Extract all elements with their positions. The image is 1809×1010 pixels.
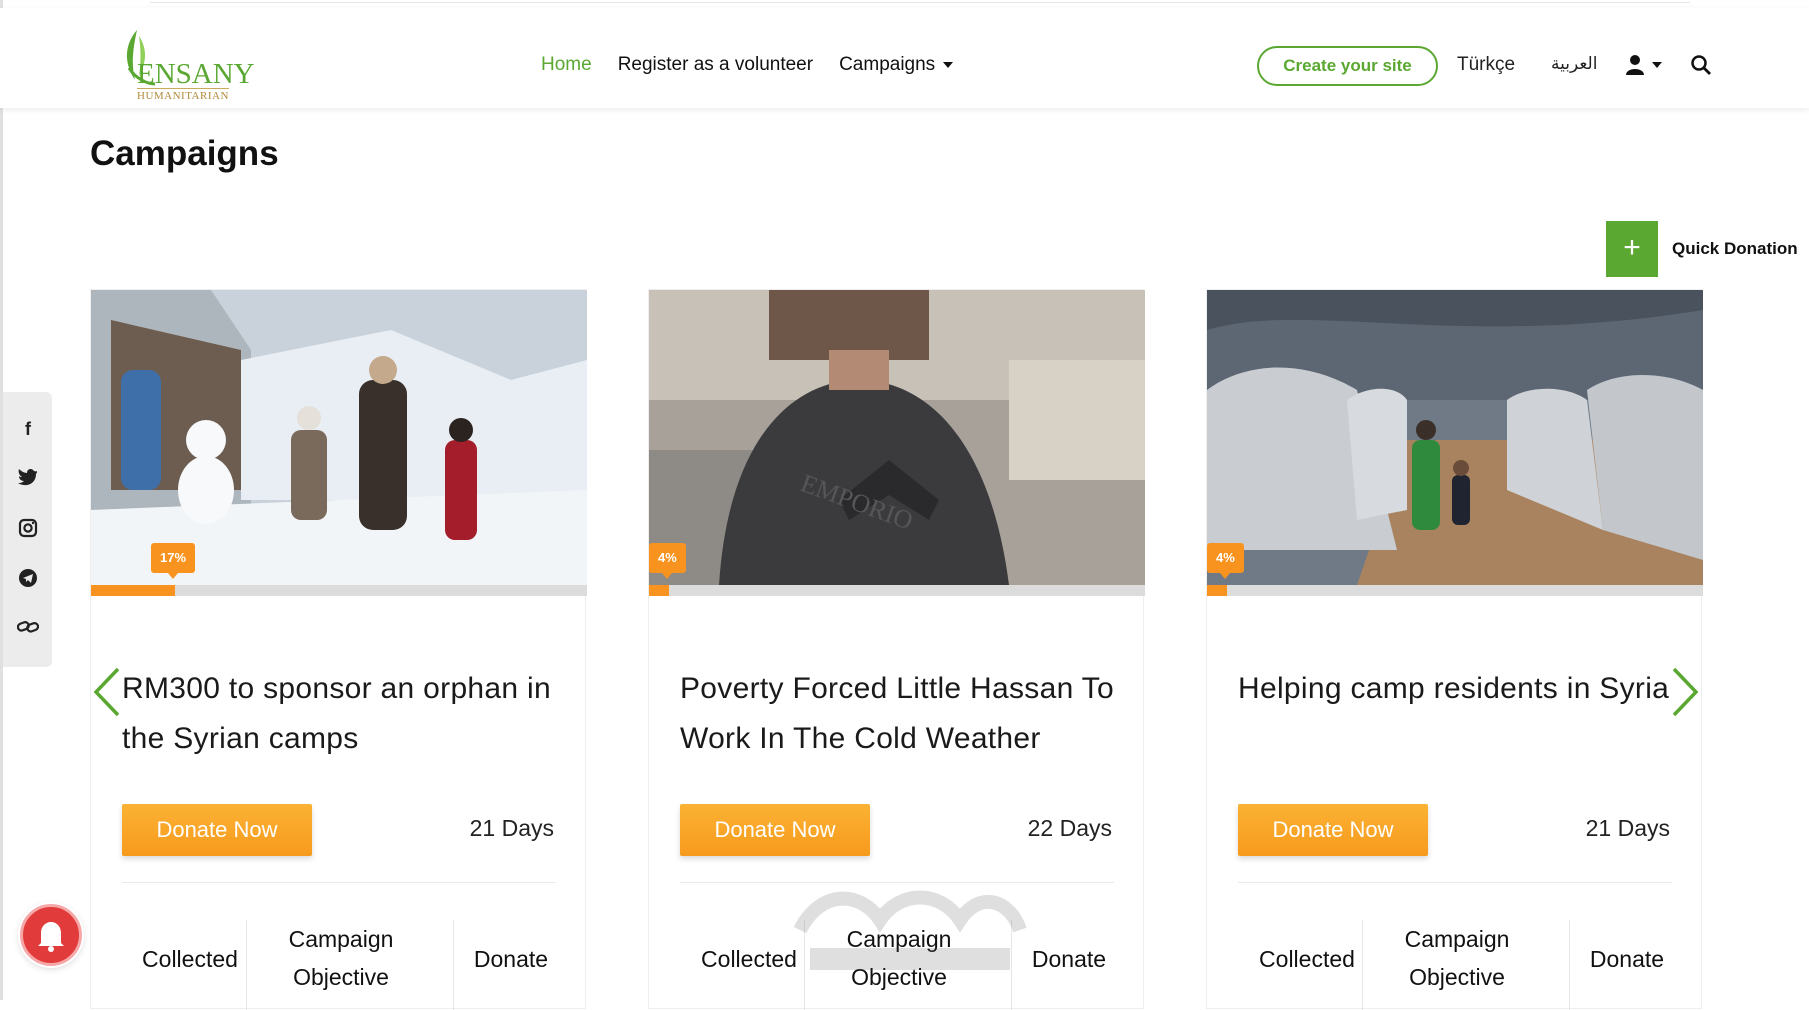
- campaign-image[interactable]: [1207, 290, 1703, 585]
- donate-now-button[interactable]: Donate Now: [1238, 804, 1428, 856]
- campaign-image[interactable]: [91, 290, 587, 585]
- campaign-title[interactable]: Helping camp residents in Syria: [1238, 664, 1678, 714]
- language-turkish[interactable]: Türkçe: [1457, 54, 1515, 76]
- search-button[interactable]: [1690, 54, 1712, 81]
- divider: [122, 882, 556, 883]
- notification-bell-button[interactable]: [20, 904, 82, 966]
- instagram-icon[interactable]: [17, 518, 39, 540]
- stat-divider: [1362, 920, 1363, 1010]
- days-remaining: 22 Days: [1027, 815, 1112, 841]
- user-menu[interactable]: [1626, 54, 1666, 81]
- create-site-button[interactable]: Create your site: [1257, 46, 1438, 86]
- campaign-image[interactable]: EMPORIO: [649, 290, 1145, 585]
- donate-stat-label: Donate: [1031, 946, 1107, 972]
- quick-donation-button[interactable]: + Quick Donation: [1606, 221, 1798, 277]
- progress-bar: [1207, 585, 1703, 596]
- telegram-icon[interactable]: [17, 568, 39, 590]
- divider: [1238, 882, 1672, 883]
- plus-icon: +: [1606, 221, 1658, 277]
- chevron-right-icon: [1672, 667, 1699, 717]
- nav-home[interactable]: Home: [541, 54, 592, 76]
- facebook-icon[interactable]: f: [17, 418, 39, 440]
- days-remaining: 21 Days: [1585, 815, 1670, 841]
- campaign-title[interactable]: Poverty Forced Little Hassan To Work In …: [680, 664, 1120, 764]
- logo[interactable]: ENSANY HUMANITARIAN: [115, 28, 255, 103]
- donate-now-button[interactable]: Donate Now: [680, 804, 870, 856]
- language-arabic[interactable]: العربية: [1551, 54, 1597, 74]
- stat-divider: [453, 920, 454, 1010]
- carousel-next-button[interactable]: [1668, 665, 1702, 719]
- progress-percent-badge: 17%: [151, 543, 196, 579]
- logo-subtitle: HUMANITARIAN: [137, 88, 229, 102]
- page-title: Campaigns: [90, 134, 279, 173]
- progress-fill: [91, 585, 176, 596]
- nav-campaigns-label: Campaigns: [839, 54, 936, 75]
- campaign-title[interactable]: RM300 to sponsor an orphan in the Syrian…: [122, 664, 562, 764]
- chevron-down-icon: [943, 61, 954, 68]
- social-sidebar: f: [3, 392, 52, 667]
- stat-divider: [246, 920, 247, 1010]
- nav-register-volunteer[interactable]: Register as a volunteer: [618, 54, 813, 76]
- top-border: [150, 0, 1690, 3]
- bell-icon: [38, 922, 64, 952]
- main-nav: Home Register as a volunteer Campaigns: [541, 54, 954, 76]
- campaign-objective-label: Campaign Objective: [1404, 926, 1510, 990]
- twitter-icon[interactable]: [17, 468, 39, 490]
- user-icon: [1626, 55, 1662, 75]
- donate-now-button[interactable]: Donate Now: [122, 804, 312, 856]
- campaign-card[interactable]: 4% Helping camp residents in Syria Donat…: [1206, 289, 1703, 1010]
- progress-fill: [1207, 585, 1227, 596]
- quick-donation-label: Quick Donation: [1672, 239, 1798, 258]
- campaign-card[interactable]: 17% RM300 to sponsor an orphan in the Sy…: [90, 289, 587, 1010]
- logo-brand: ENSANY: [137, 58, 255, 90]
- campaign-objective-label: Campaign Objective: [288, 926, 394, 990]
- link-icon[interactable]: [16, 618, 40, 640]
- carousel-prev-button[interactable]: [90, 665, 124, 719]
- collected-label: Collected: [142, 946, 238, 972]
- watermark-logo: [793, 890, 1027, 970]
- donate-stat-label: Donate: [473, 946, 549, 972]
- nav-campaigns-dropdown[interactable]: Campaigns: [839, 54, 954, 76]
- chevron-left-icon: [93, 667, 120, 717]
- days-remaining: 21 Days: [469, 815, 554, 841]
- donate-stat-label: Donate: [1589, 946, 1665, 972]
- progress-bar: [91, 585, 587, 596]
- progress-percent-badge: 4%: [649, 543, 686, 579]
- progress-fill: [649, 585, 669, 596]
- collected-label: Collected: [1259, 946, 1355, 972]
- navbar: ENSANY HUMANITARIAN Home Register as a v…: [0, 8, 1809, 108]
- search-icon: [1691, 55, 1711, 75]
- progress-percent-badge: 4%: [1207, 543, 1244, 579]
- progress-bar: [649, 585, 1145, 596]
- stat-divider: [1569, 920, 1570, 1010]
